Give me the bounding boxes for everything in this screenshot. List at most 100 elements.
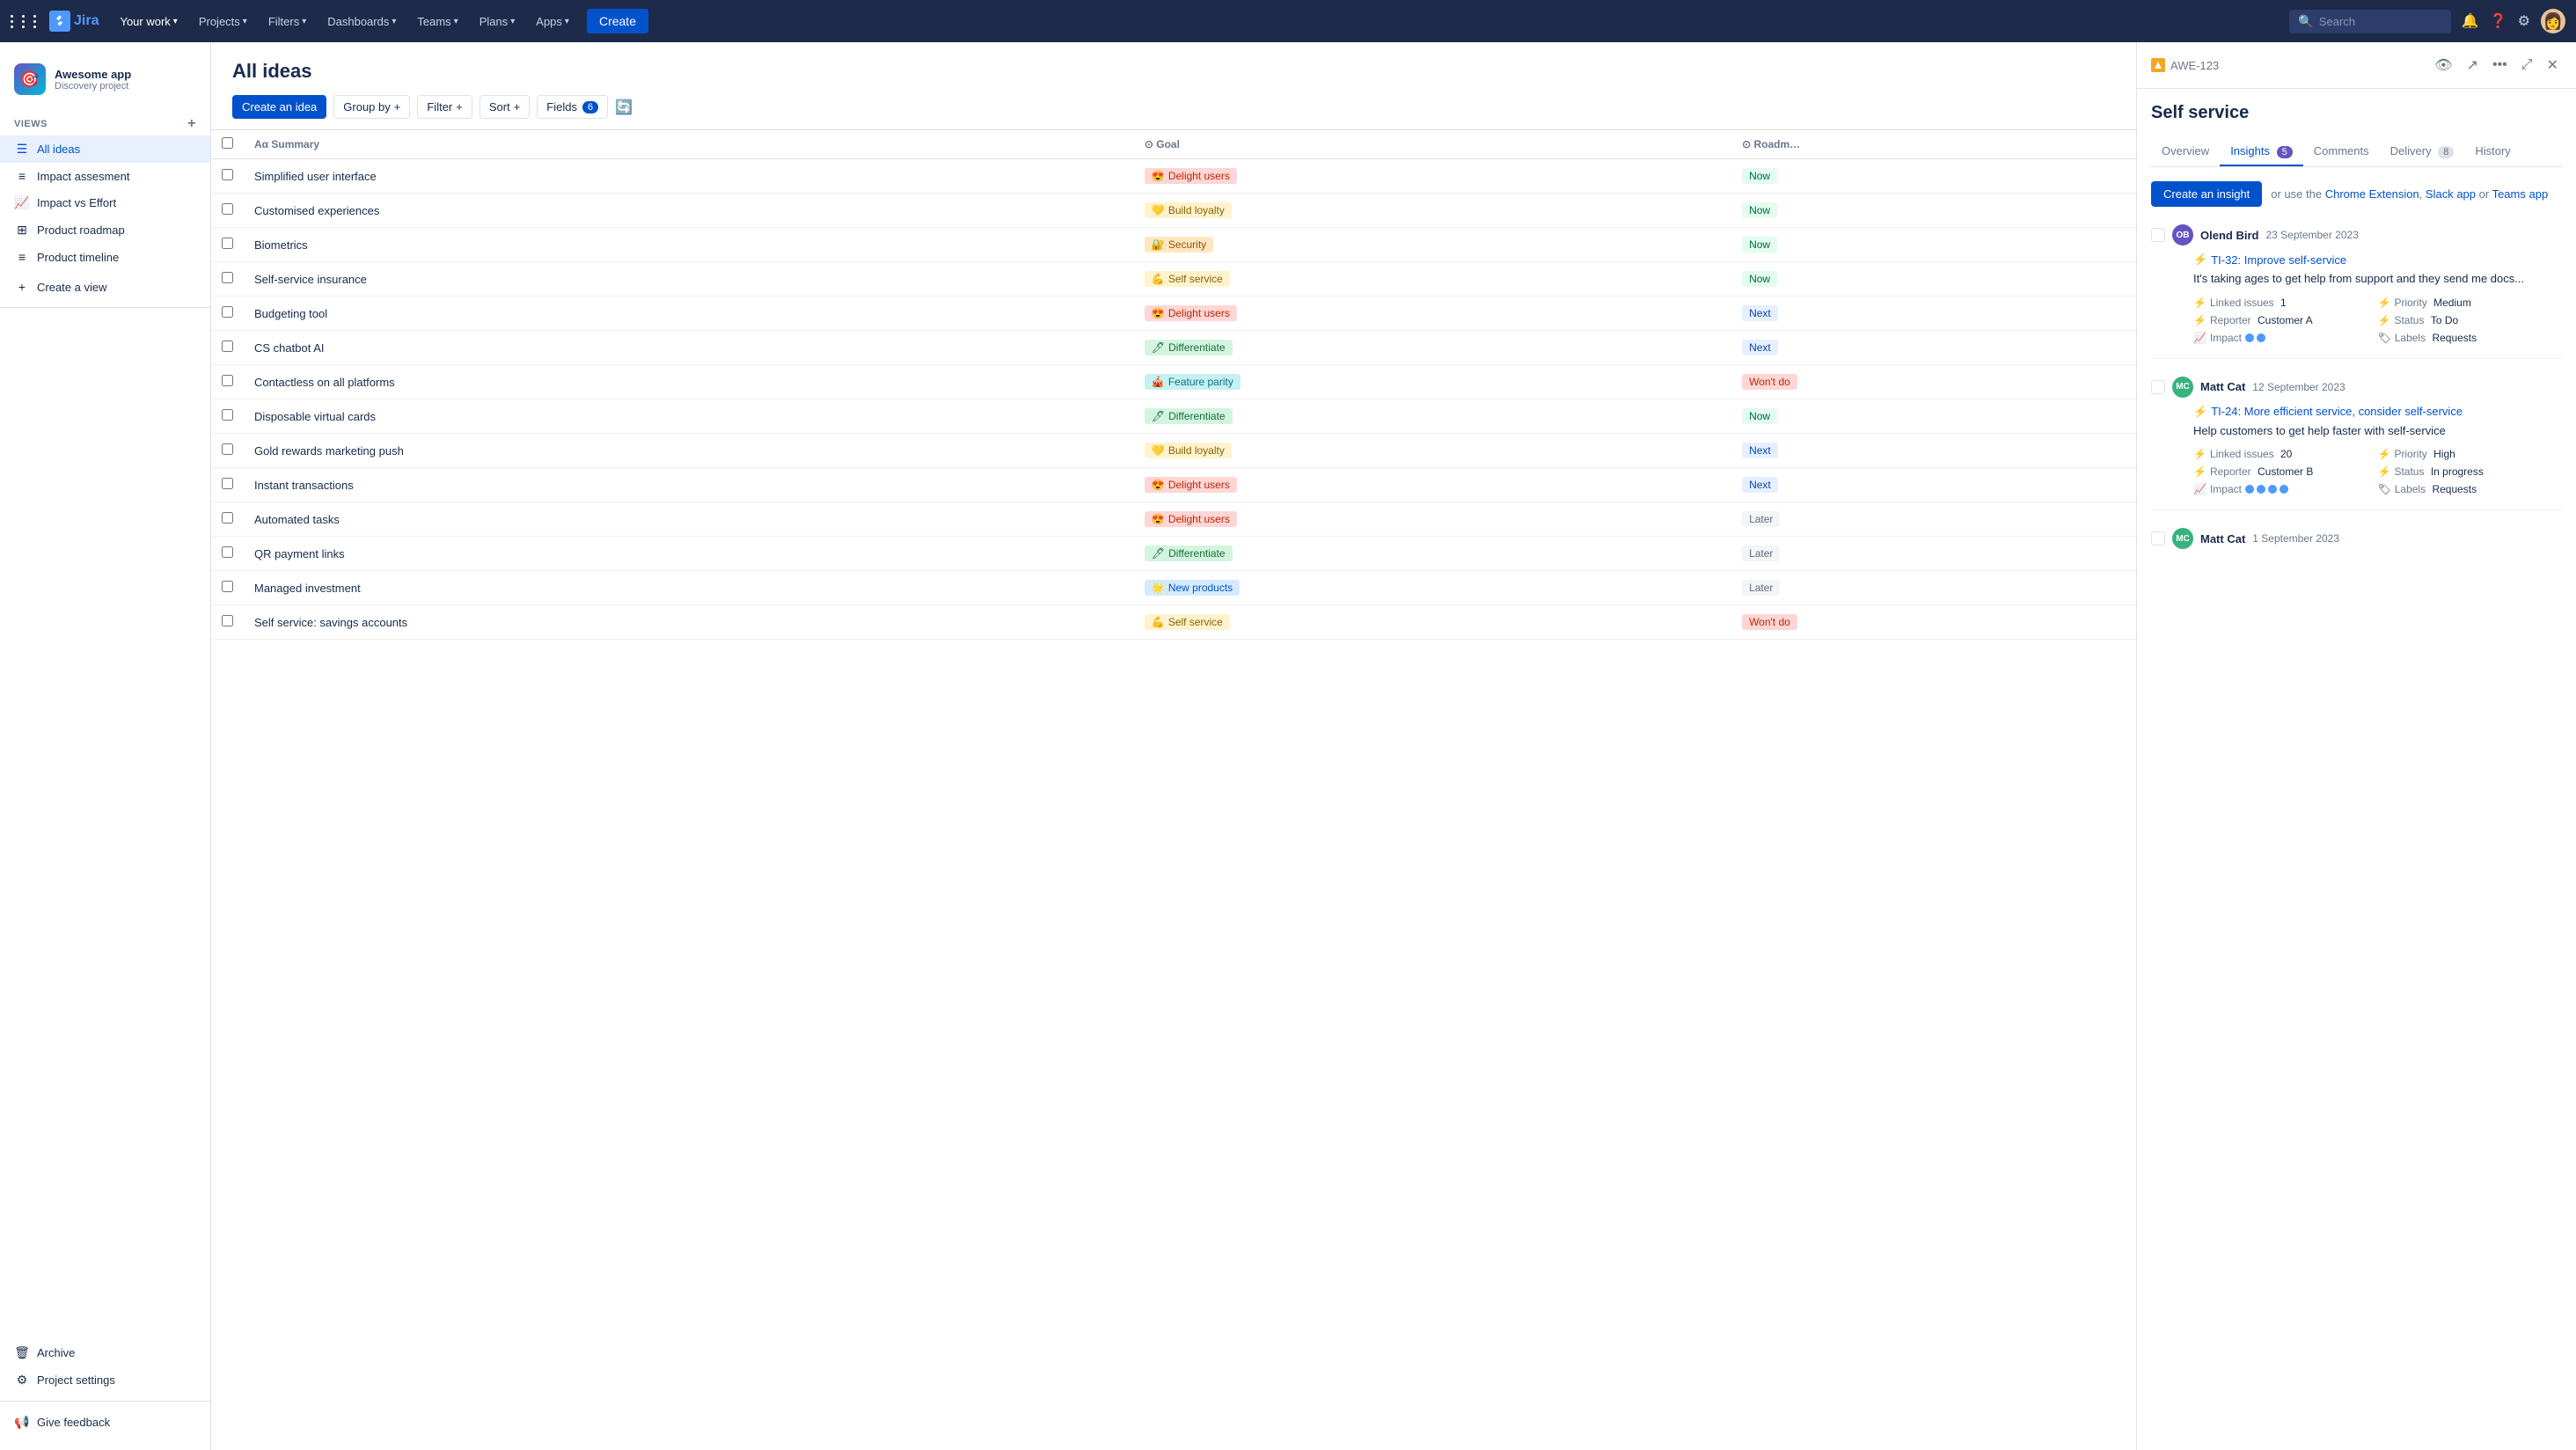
sidebar-item-archive[interactable]: 🗑 Archive: [0, 1339, 210, 1366]
goal-cell: 😍 Delight users: [1134, 297, 1731, 331]
sidebar-item-product-timeline[interactable]: ≡ Product timeline: [0, 244, 210, 270]
row-checkbox[interactable]: [222, 272, 233, 283]
goal-chip: 🖊 Differentiate: [1145, 546, 1233, 561]
row-checkbox[interactable]: [222, 203, 233, 215]
row-checkbox[interactable]: [222, 341, 233, 352]
project-settings-icon: ⚙: [14, 1373, 30, 1388]
teams-nav[interactable]: Teams ▾: [410, 11, 465, 32]
chrome-extension-link[interactable]: Chrome Extension: [2325, 187, 2419, 201]
app-grid-icon[interactable]: [11, 15, 42, 28]
sidebar-item-project-settings[interactable]: ⚙ Project settings: [0, 1366, 210, 1394]
row-checkbox[interactable]: [222, 409, 233, 421]
add-view-icon[interactable]: +: [187, 116, 196, 132]
summary-cell: CS chatbot AI: [244, 331, 1134, 365]
row-checkbox[interactable]: [222, 375, 233, 386]
summary-cell: Self service: savings accounts: [244, 605, 1134, 640]
create-view-icon: +: [14, 280, 30, 294]
goal-chip: 🌟 New products: [1145, 580, 1240, 596]
goal-column-header: ⊙ Goal: [1134, 130, 1731, 159]
teams-app-link[interactable]: Teams app: [2492, 187, 2549, 201]
sidebar-item-create-view[interactable]: + Create a view: [0, 274, 210, 300]
select-all-checkbox[interactable]: [222, 137, 233, 149]
row-checkbox[interactable]: [222, 478, 233, 489]
tab-comments[interactable]: Comments: [2303, 137, 2380, 166]
close-icon[interactable]: ✕: [2543, 53, 2562, 77]
table-row: Self service: savings accounts 💪 Self se…: [211, 605, 2136, 640]
help-icon[interactable]: ❓: [2490, 12, 2507, 30]
sidebar-item-give-feedback[interactable]: 📢 Give feedback: [0, 1409, 210, 1436]
search-bar[interactable]: 🔍: [2289, 10, 2450, 33]
tab-delivery[interactable]: Delivery 8: [2380, 137, 2465, 166]
goal-cell: 😍 Delight users: [1134, 159, 1731, 194]
share-icon[interactable]: ↗: [2463, 53, 2482, 77]
summary-cell: Customised experiences: [244, 194, 1134, 228]
row-checkbox[interactable]: [222, 443, 233, 455]
apps-nav[interactable]: Apps ▾: [529, 11, 576, 32]
create-idea-button[interactable]: Create an idea: [232, 95, 326, 119]
tab-history[interactable]: History: [2464, 137, 2521, 166]
slack-app-link[interactable]: Slack app: [2426, 187, 2476, 201]
summary-cell: Instant transactions: [244, 468, 1134, 502]
project-name: Awesome app: [55, 68, 131, 81]
insight-checkbox[interactable]: [2151, 531, 2165, 546]
projects-nav[interactable]: Projects ▾: [192, 11, 254, 32]
jira-logo[interactable]: Jira: [49, 11, 99, 32]
filters-nav[interactable]: Filters ▾: [261, 11, 313, 32]
row-checkbox[interactable]: [222, 306, 233, 318]
summary-cell: QR payment links: [244, 537, 1134, 571]
fields-button[interactable]: Fields 6: [537, 95, 608, 119]
sidebar-divider: [0, 307, 210, 308]
search-input[interactable]: [2319, 15, 2442, 28]
user-avatar[interactable]: 👩: [2541, 9, 2565, 33]
roadmap-badge: Later: [1742, 511, 1780, 527]
priority-row: ⚡ Priority Medium: [2378, 297, 2563, 309]
row-checkbox[interactable]: [222, 238, 233, 249]
linked-issues-value: 20: [2278, 448, 2293, 460]
plans-nav[interactable]: Plans ▾: [472, 11, 523, 32]
create-insight-button[interactable]: Create an insight: [2151, 181, 2262, 207]
more-actions-icon[interactable]: •••: [2489, 54, 2511, 77]
goal-chip: 🔐 Security: [1145, 237, 1213, 253]
row-checkbox[interactable]: [222, 615, 233, 626]
roadmap-cell: Now: [1731, 194, 2136, 228]
sidebar-item-all-ideas[interactable]: ☰ All ideas: [0, 135, 210, 163]
group-by-button[interactable]: Group by +: [333, 95, 410, 119]
refresh-icon[interactable]: 🔄: [615, 99, 633, 116]
filter-button[interactable]: Filter +: [417, 95, 472, 119]
insight-divider: [2151, 509, 2562, 510]
insight-checkbox[interactable]: [2151, 228, 2165, 242]
status-row: ⚡ Status To Do: [2378, 314, 2563, 326]
insight-link[interactable]: ⚡TI-32: Improve self-service: [2193, 253, 2562, 267]
row-checkbox[interactable]: [222, 581, 233, 592]
sidebar-item-impact-effort[interactable]: 📈 Impact vs Effort: [0, 189, 210, 216]
insight-date: 23 September 2023: [2265, 229, 2358, 241]
notifications-icon[interactable]: 🔔: [2462, 12, 2479, 30]
row-checkbox[interactable]: [222, 546, 233, 558]
table-row: Managed investment 🌟 New products Later: [211, 571, 2136, 605]
row-checkbox[interactable]: [222, 512, 233, 524]
dashboards-nav[interactable]: Dashboards ▾: [320, 11, 403, 32]
sort-button[interactable]: Sort +: [479, 95, 530, 119]
roadmap-cell: Now: [1731, 228, 2136, 262]
sidebar-item-product-roadmap[interactable]: ⊞ Product roadmap: [0, 216, 210, 244]
tab-insights[interactable]: Insights 5: [2220, 137, 2303, 166]
settings-icon[interactable]: ⚙: [2518, 12, 2530, 30]
insight-link[interactable]: ⚡TI-24: More efficient service, consider…: [2193, 405, 2562, 419]
sidebar-item-impact-assessment[interactable]: ≡ Impact assesment: [0, 163, 210, 189]
table-row: QR payment links 🖊 Differentiate Later: [211, 537, 2136, 571]
row-checkbox[interactable]: [222, 169, 233, 180]
insight-checkbox[interactable]: [2151, 380, 2165, 394]
roadmap-cell: Later: [1731, 502, 2136, 537]
goal-cell: 😍 Delight users: [1134, 502, 1731, 537]
create-button[interactable]: Create: [587, 9, 648, 33]
create-insight-bar: Create an insight or use the Chrome Exte…: [2151, 181, 2562, 207]
watch-icon[interactable]: 👁: [2431, 53, 2455, 77]
detail-title: Self service: [2151, 103, 2562, 123]
roadmap-badge: Won't do: [1742, 614, 1797, 630]
tab-overview[interactable]: Overview: [2151, 137, 2220, 166]
insight-author-name: Matt Cat: [2200, 532, 2245, 546]
table-row: CS chatbot AI 🖊 Differentiate Next: [211, 331, 2136, 365]
expand-icon[interactable]: ⤢: [2518, 54, 2536, 77]
your-work-nav[interactable]: Your work ▾: [113, 11, 184, 32]
goal-chip: 😍 Delight users: [1145, 477, 1237, 493]
